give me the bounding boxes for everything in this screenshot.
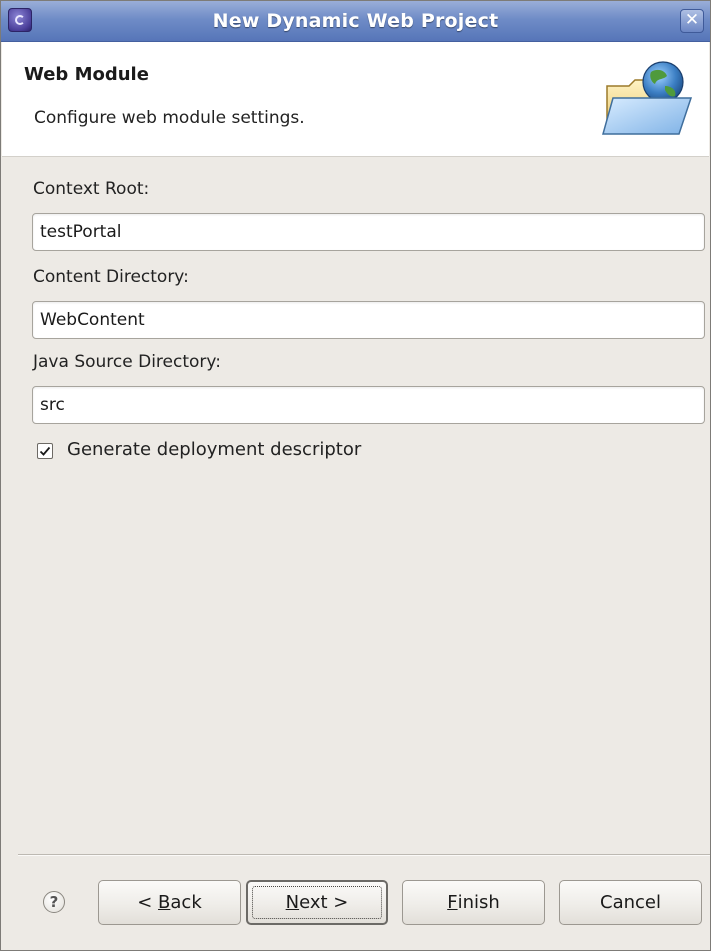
title-bar[interactable]: New Dynamic Web Project ✕ (1, 1, 710, 42)
back-button-rest: ack (170, 892, 202, 913)
cancel-button-label: Cancel (600, 892, 661, 913)
cancel-button[interactable]: Cancel (559, 880, 702, 925)
content-directory-label: Content Directory: (33, 267, 189, 287)
page-description: Configure web module settings. (34, 108, 305, 128)
checkmark-icon (39, 446, 51, 456)
page-title: Web Module (24, 64, 149, 85)
next-button[interactable]: Next > (246, 880, 388, 925)
back-button-prefix: < (137, 892, 159, 913)
finish-button-rest: inish (457, 892, 500, 913)
context-root-label: Context Root: (33, 179, 150, 199)
footer-separator (18, 854, 710, 856)
generate-descriptor-label: Generate deployment descriptor (67, 439, 362, 460)
java-source-directory-input[interactable] (32, 386, 705, 424)
java-source-directory-label: Java Source Directory: (33, 352, 221, 372)
help-icon[interactable]: ? (43, 891, 65, 913)
dialog-window: New Dynamic Web Project ✕ Web Module Con… (0, 0, 711, 951)
focus-ring (252, 886, 382, 919)
context-root-input[interactable] (32, 213, 705, 251)
generate-descriptor-checkbox[interactable] (37, 443, 53, 459)
window-title: New Dynamic Web Project (212, 10, 499, 32)
back-button[interactable]: < Back (98, 880, 241, 925)
close-icon: ✕ (684, 10, 700, 30)
wizard-header: Web Module Configure web module settings… (2, 42, 709, 157)
back-button-mnemonic: B (158, 892, 171, 913)
close-button[interactable]: ✕ (680, 9, 704, 33)
content-directory-input[interactable] (32, 301, 705, 339)
finish-button-mnemonic: F (447, 892, 458, 913)
folder-globe-icon (602, 61, 693, 135)
finish-button[interactable]: Finish (402, 880, 545, 925)
